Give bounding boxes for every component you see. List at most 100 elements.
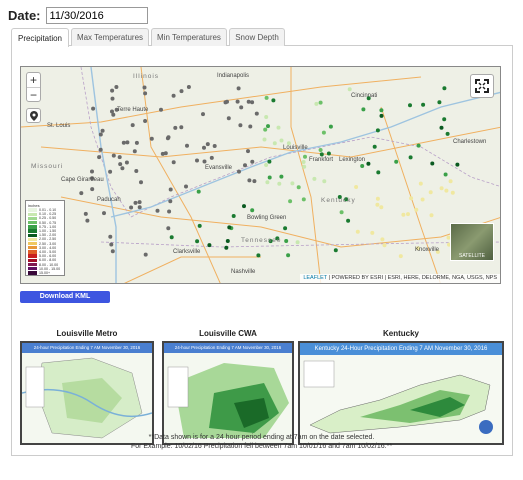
- station-dot[interactable]: [254, 111, 259, 116]
- station-dot[interactable]: [185, 143, 189, 148]
- station-dot[interactable]: [132, 149, 137, 154]
- station-dot[interactable]: [130, 123, 135, 128]
- station-dot[interactable]: [246, 99, 251, 104]
- station-dot[interactable]: [414, 207, 419, 212]
- tab-precipitation[interactable]: Precipitation: [11, 28, 69, 47]
- zoom-in-button[interactable]: +: [27, 73, 40, 87]
- station-dot[interactable]: [207, 243, 212, 248]
- station-dot[interactable]: [279, 138, 284, 143]
- station-dot[interactable]: [380, 237, 385, 242]
- station-dot[interactable]: [114, 85, 119, 89]
- station-dot[interactable]: [333, 248, 338, 253]
- station-dot[interactable]: [290, 181, 295, 186]
- station-dot[interactable]: [239, 105, 244, 110]
- station-dot[interactable]: [372, 144, 377, 149]
- station-dot[interactable]: [318, 148, 323, 152]
- station-dot[interactable]: [129, 205, 134, 210]
- station-dot[interactable]: [379, 108, 384, 113]
- station-dot[interactable]: [202, 145, 206, 150]
- station-dot[interactable]: [375, 202, 380, 207]
- station-dot[interactable]: [98, 132, 103, 137]
- station-dot[interactable]: [319, 152, 324, 157]
- station-dot[interactable]: [420, 197, 425, 202]
- station-dot[interactable]: [237, 169, 241, 174]
- station-dot[interactable]: [267, 175, 272, 180]
- station-dot[interactable]: [266, 124, 270, 129]
- station-dot[interactable]: [165, 136, 170, 141]
- station-dot[interactable]: [223, 100, 228, 105]
- station-dot[interactable]: [271, 98, 276, 103]
- station-dot[interactable]: [236, 86, 241, 91]
- station-dot[interactable]: [262, 137, 267, 142]
- station-dot[interactable]: [250, 100, 255, 105]
- station-dot[interactable]: [339, 210, 344, 215]
- thumb-louisville-cwa[interactable]: 24-hour Precipitation Ending 7 AM Novemb…: [162, 341, 294, 445]
- station-dot[interactable]: [98, 147, 103, 152]
- station-dot[interactable]: [455, 162, 460, 167]
- station-dot[interactable]: [250, 208, 255, 213]
- station-dot[interactable]: [408, 155, 413, 160]
- zoom-out-button[interactable]: −: [27, 87, 40, 102]
- station-dot[interactable]: [246, 149, 250, 154]
- station-dot[interactable]: [231, 214, 236, 218]
- station-dot[interactable]: [301, 197, 306, 202]
- station-dot[interactable]: [286, 253, 291, 258]
- station-dot[interactable]: [90, 169, 94, 174]
- station-dot[interactable]: [421, 102, 426, 107]
- station-dot[interactable]: [277, 181, 282, 186]
- thumb-kentucky[interactable]: Kentucky 24-Hour Precipitation Ending 7 …: [298, 341, 504, 445]
- station-dot[interactable]: [134, 140, 139, 145]
- station-dot[interactable]: [195, 158, 199, 163]
- station-dot[interactable]: [328, 124, 333, 129]
- station-dot[interactable]: [102, 211, 106, 216]
- station-dot[interactable]: [430, 161, 435, 166]
- station-dot[interactable]: [428, 190, 433, 195]
- station-dot[interactable]: [142, 85, 147, 90]
- station-dot[interactable]: [322, 179, 327, 184]
- station-dot[interactable]: [109, 242, 114, 247]
- station-dot[interactable]: [360, 164, 365, 168]
- station-dot[interactable]: [398, 254, 403, 259]
- tab-max-temperatures[interactable]: Max Temperatures: [71, 28, 149, 46]
- station-dot[interactable]: [264, 115, 269, 119]
- station-dot[interactable]: [301, 160, 306, 164]
- station-dot[interactable]: [110, 109, 114, 114]
- station-dot[interactable]: [184, 184, 188, 189]
- station-dot[interactable]: [354, 185, 359, 189]
- station-dot[interactable]: [137, 205, 142, 210]
- station-dot[interactable]: [143, 119, 148, 123]
- station-dot[interactable]: [139, 180, 143, 185]
- station-dot[interactable]: [167, 209, 172, 214]
- station-dot[interactable]: [312, 176, 317, 181]
- station-dot[interactable]: [238, 123, 243, 128]
- station-dot[interactable]: [283, 226, 288, 231]
- station-dot[interactable]: [252, 179, 257, 184]
- station-dot[interactable]: [201, 112, 205, 117]
- station-dot[interactable]: [429, 213, 434, 218]
- station-dot[interactable]: [173, 125, 178, 130]
- station-dot[interactable]: [288, 199, 293, 204]
- station-dot[interactable]: [83, 211, 88, 216]
- station-dot[interactable]: [445, 131, 450, 136]
- station-dot[interactable]: [111, 153, 116, 158]
- station-dot[interactable]: [264, 163, 269, 167]
- station-dot[interactable]: [110, 249, 115, 254]
- station-dot[interactable]: [134, 169, 139, 173]
- station-dot[interactable]: [108, 234, 113, 239]
- station-dot[interactable]: [242, 204, 246, 209]
- locate-button[interactable]: [26, 108, 41, 123]
- station-dot[interactable]: [296, 185, 301, 190]
- station-dot[interactable]: [117, 155, 122, 160]
- station-dot[interactable]: [209, 155, 214, 160]
- station-dot[interactable]: [168, 187, 173, 192]
- station-dot[interactable]: [448, 179, 453, 184]
- station-dot[interactable]: [321, 130, 326, 135]
- thumb-louisville-metro[interactable]: 24-hour Precipitation Ending 7 AM Novemb…: [20, 341, 154, 445]
- station-dot[interactable]: [250, 159, 255, 164]
- station-dot[interactable]: [85, 218, 90, 223]
- date-input[interactable]: [45, 7, 148, 24]
- station-dot[interactable]: [227, 225, 232, 230]
- station-dot[interactable]: [366, 161, 371, 166]
- station-dot[interactable]: [205, 142, 210, 147]
- station-dot[interactable]: [169, 235, 174, 240]
